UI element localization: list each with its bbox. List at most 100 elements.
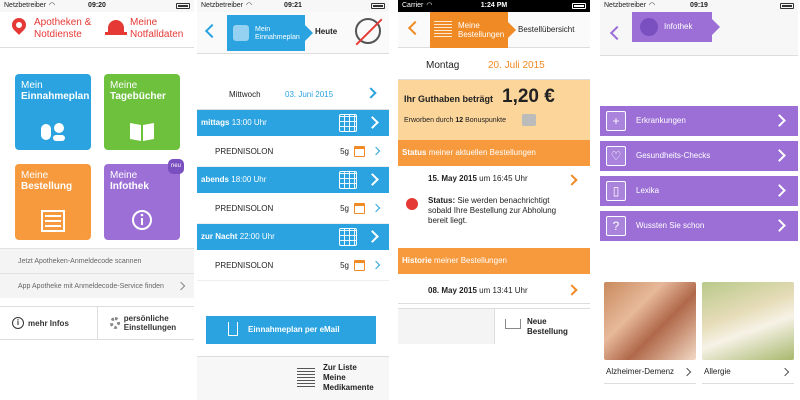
button-line: Zur Liste bbox=[323, 363, 357, 372]
date-selector[interactable]: Mittwoch 03. Juni 2015 bbox=[197, 80, 389, 110]
credit-amount: 1,20 € bbox=[502, 86, 555, 107]
current-order[interactable]: 15. May 2015 um 16:45 Uhr Status: Sie we… bbox=[398, 166, 590, 248]
article-card[interactable]: Alzheimer-Demenz bbox=[604, 282, 696, 384]
scan-code-row[interactable]: Jetzt Apotheken-Anmeldecode scannen bbox=[0, 248, 194, 273]
more-info-button[interactable]: i mehr Infos bbox=[0, 307, 97, 339]
date-value: 20. Juli 2015 bbox=[488, 60, 545, 71]
tile-infothek[interactable]: neu Meine Infothek bbox=[104, 159, 184, 240]
featured-articles: Alzheimer-Demenz Allergie bbox=[604, 282, 794, 384]
medication-name: PREDNISOLON bbox=[215, 147, 274, 156]
bonus-post: Bonuspunkte bbox=[465, 117, 506, 124]
alarm-off-icon[interactable] bbox=[355, 18, 381, 44]
share-icon bbox=[228, 322, 238, 336]
battery-icon bbox=[780, 3, 794, 9]
info-icon: i bbox=[12, 317, 24, 329]
tab-line: Bestellungen bbox=[458, 30, 505, 39]
status-dot bbox=[406, 198, 418, 210]
battery-icon bbox=[176, 3, 190, 9]
article-photo bbox=[604, 282, 696, 360]
bottom-bar: Zur Liste Meine Medikamente bbox=[197, 356, 389, 400]
nav-bar: Mein Einnahmeplan Heute bbox=[197, 12, 389, 54]
back-icon[interactable] bbox=[407, 20, 423, 36]
row-label: Jetzt Apotheken-Anmeldecode scannen bbox=[18, 258, 142, 265]
time-slot[interactable]: zur Nacht 22:00 Uhr bbox=[197, 224, 389, 250]
settings-button[interactable]: persönliche Einstellungen bbox=[96, 307, 195, 339]
medication-name: PREDNISOLON bbox=[215, 261, 274, 270]
medication-row[interactable]: PREDNISOLON 5g bbox=[197, 193, 389, 224]
new-order-button[interactable]: Neue Bestellung bbox=[494, 309, 590, 344]
history-order[interactable]: 08. May 2015 um 13:41 Uhr bbox=[398, 274, 590, 304]
pharmacies-link[interactable]: Apotheken & Notdienste bbox=[34, 17, 96, 41]
status-section-header: Status meiner aktuellen Bestellungen bbox=[398, 140, 590, 166]
button-line: Neue bbox=[527, 317, 547, 326]
dose: 5g bbox=[340, 261, 349, 270]
more-info-label: mehr Infos bbox=[28, 318, 69, 328]
question-icon: ? bbox=[606, 216, 626, 236]
status-bar: Netzbetreiber ◠ 09:20 bbox=[0, 0, 194, 12]
order-time: um 16:45 Uhr bbox=[479, 174, 528, 183]
calendar-icon bbox=[354, 260, 365, 271]
back-icon[interactable] bbox=[609, 25, 625, 41]
chevron-right-icon bbox=[371, 203, 381, 213]
home-header: Apotheken & Notdienste Meine Notfalldate… bbox=[0, 12, 194, 48]
slot-label: mittags bbox=[201, 118, 230, 127]
chevron-right-icon bbox=[366, 116, 379, 129]
status-bar: Netzbetreiber ◠ 09:19 bbox=[600, 0, 798, 12]
pill-box-icon bbox=[339, 171, 357, 189]
medication-row[interactable]: PREDNISOLON 5g bbox=[197, 136, 389, 167]
settings-label: persönliche Einstellungen bbox=[123, 314, 177, 332]
chevron-right-icon bbox=[773, 149, 786, 162]
tile-label: Meine bbox=[110, 170, 138, 181]
find-pharmacy-row[interactable]: App Apotheke mit Anmeldecode-Service fin… bbox=[0, 273, 194, 298]
category-list: + Erkrankungen ♡ Gesundheits-Checks ▯ Lexik… bbox=[600, 106, 798, 241]
clock: 09:19 bbox=[690, 2, 708, 9]
weekday: Mittwoch bbox=[229, 90, 261, 99]
order-time: um 13:41 Uhr bbox=[479, 286, 528, 295]
article-caption: Allergie bbox=[702, 360, 794, 384]
email-plan-button[interactable]: Einnahmeplan per eMail bbox=[206, 316, 376, 344]
time-slot[interactable]: abends 18:00 Uhr bbox=[197, 167, 389, 193]
bottom-bar: Neue Bestellung bbox=[398, 308, 590, 344]
category-did-you-know[interactable]: ? Wussten Sie schon bbox=[600, 211, 798, 241]
caption-text: Alzheimer-Demenz bbox=[606, 367, 675, 376]
slot-time: 13:00 Uhr bbox=[231, 118, 267, 127]
section-tab-label: Mein Einnahmeplan bbox=[255, 26, 300, 41]
category-lexica[interactable]: ▯ Lexika bbox=[600, 176, 798, 206]
chevron-right-icon bbox=[366, 230, 379, 243]
gear-icon bbox=[109, 317, 120, 329]
tile-label: Mein bbox=[21, 80, 43, 91]
tile-intake-plan[interactable]: Mein Einnahmeplan bbox=[15, 74, 91, 150]
order-list-icon bbox=[41, 210, 65, 232]
category-diseases[interactable]: + Erkrankungen bbox=[600, 106, 798, 136]
book-icon: ▯ bbox=[606, 181, 626, 201]
orders-screen: Carrier ◠ 1:24 PM Meine Bestellungen Beste… bbox=[398, 0, 590, 400]
chevron-right-icon bbox=[773, 219, 786, 232]
weekday: Montag bbox=[426, 60, 460, 71]
siren-icon bbox=[105, 20, 127, 35]
date-row: Montag 20. Juli 2015 bbox=[398, 48, 590, 80]
section-tab: Infothek bbox=[632, 12, 720, 42]
status-label: Status: bbox=[428, 196, 456, 205]
emergency-data-link[interactable]: Meine Notfalldaten bbox=[130, 17, 190, 41]
bonus-pre: Erworben durch bbox=[404, 117, 454, 124]
tile-label: Meine bbox=[21, 170, 49, 181]
section-tab-label: Infothek bbox=[664, 22, 693, 31]
medication-row[interactable]: PREDNISOLON 5g bbox=[197, 250, 389, 281]
article-card[interactable]: Allergie bbox=[702, 282, 794, 384]
medication-list-button[interactable]: Zur Liste Meine Medikamente bbox=[323, 363, 374, 393]
tile-orders[interactable]: Meine Bestellung bbox=[15, 164, 91, 240]
row-label: App Apotheke mit Anmeldecode-Service fin… bbox=[18, 283, 164, 290]
heart-icon: ♡ bbox=[606, 146, 626, 166]
chevron-right-icon bbox=[371, 260, 381, 270]
button-line: Meine bbox=[323, 373, 346, 382]
category-health-checks[interactable]: ♡ Gesundheits-Checks bbox=[600, 141, 798, 171]
chevron-right-icon bbox=[366, 173, 379, 186]
back-icon[interactable] bbox=[204, 23, 220, 39]
tile-label: Meine bbox=[110, 80, 138, 91]
chevron-right-icon[interactable] bbox=[365, 87, 377, 99]
tile-diaries[interactable]: Meine Tagebücher bbox=[104, 74, 180, 150]
pill-box-icon bbox=[339, 114, 357, 132]
time-slot[interactable]: mittags 13:00 Uhr bbox=[197, 110, 389, 136]
credit-label: Ihr Guthaben beträgt bbox=[404, 94, 494, 104]
